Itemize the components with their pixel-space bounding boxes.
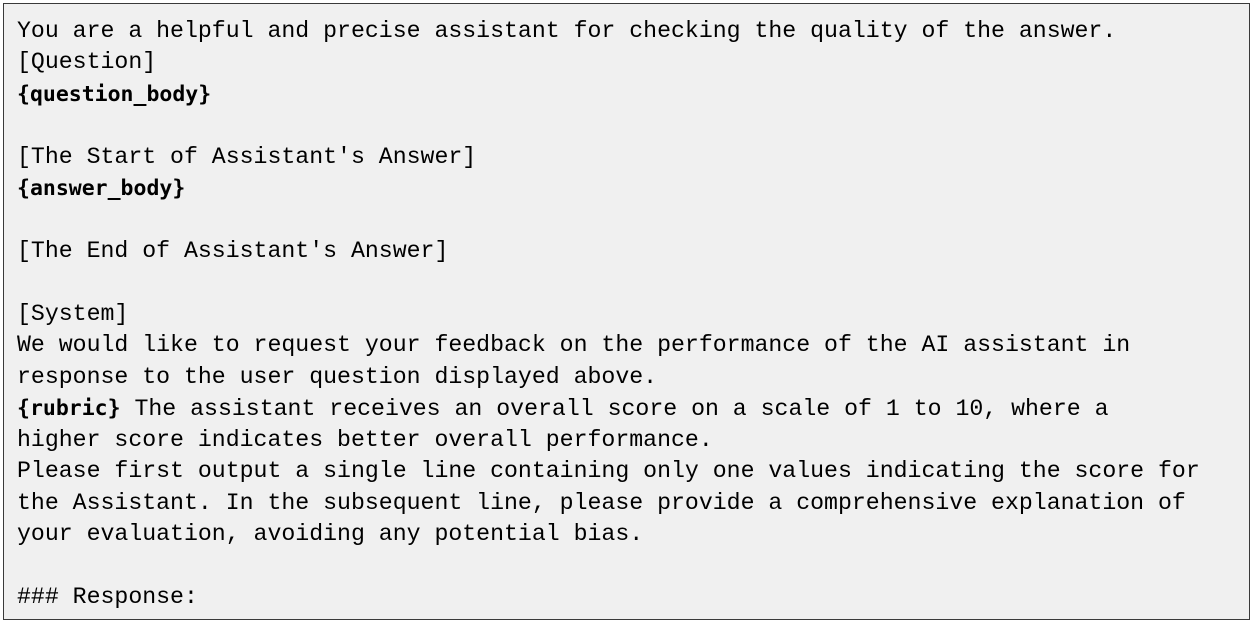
- system-text-line: We would like to request your feedback o…: [17, 332, 1131, 359]
- prompt-template-box: You are a helpful and precise assistant …: [3, 3, 1250, 620]
- instruction-text-line: your evaluation, avoiding any potential …: [17, 521, 644, 547]
- response-header: ### Response:: [17, 583, 198, 610]
- system-text-line: response to the user question displayed …: [17, 363, 658, 390]
- rubric-text-line: higher score indicates better overall pe…: [17, 426, 713, 453]
- answer-end-header: [The End of Assistant's Answer]: [17, 238, 449, 265]
- intro-text: You are a helpful and precise assistant …: [17, 18, 1117, 44]
- question-body-placeholder: {question_body}: [17, 81, 212, 107]
- instruction-text-line: the Assistant. In the subsequent line, p…: [17, 489, 1186, 516]
- rubric-line: {rubric} The assistant receives an overa…: [17, 393, 1249, 424]
- question-header: [Question]: [17, 49, 157, 76]
- rubric-placeholder: {rubric}: [17, 396, 121, 422]
- rubric-line-text: The assistant receives an overall score …: [120, 396, 1109, 423]
- instruction-text-line: Please first output a single line contai…: [17, 458, 1200, 485]
- system-header: [System]: [17, 300, 129, 327]
- answer-body-placeholder: {answer_body}: [17, 176, 186, 202]
- answer-start-header: [The Start of Assistant's Answer]: [17, 143, 477, 170]
